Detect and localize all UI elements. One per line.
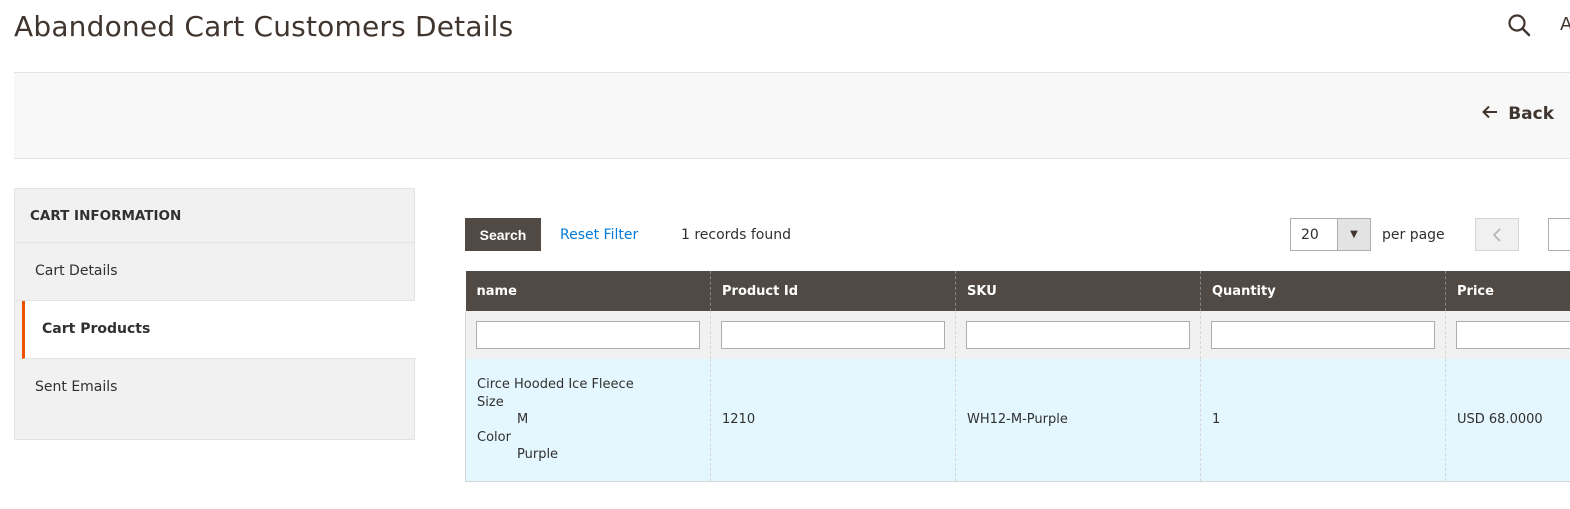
- back-button[interactable]: Back: [1482, 103, 1554, 124]
- cell-sku: WH12-M-Purple: [955, 359, 1201, 482]
- filter-quantity-input[interactable]: [1211, 321, 1435, 349]
- records-count: 1 records found: [681, 227, 791, 243]
- back-button-label: Back: [1508, 103, 1554, 124]
- reset-filter-link[interactable]: Reset Filter: [560, 227, 638, 243]
- tab-cart-details[interactable]: Cart Details: [15, 243, 414, 301]
- column-header-sku[interactable]: SKU: [955, 271, 1201, 311]
- column-header-name[interactable]: name: [465, 271, 711, 311]
- cart-products-grid: name Product Id SKU Quantity Price Circe…: [465, 271, 1570, 482]
- search-button[interactable]: Search: [465, 218, 541, 251]
- cell-name: Circe Hooded Ice Fleece Size M Color Pur…: [465, 359, 711, 482]
- option-value: M: [517, 412, 529, 427]
- sidebar-title: CART INFORMATION: [15, 189, 414, 243]
- per-page-value: 20: [1301, 227, 1319, 243]
- option-value: Purple: [517, 447, 559, 462]
- search-icon[interactable]: [1506, 12, 1532, 38]
- cell-price: USD 68.0000: [1445, 359, 1570, 482]
- filter-name-input[interactable]: [476, 321, 700, 349]
- per-page-select[interactable]: 20 ▼: [1290, 218, 1371, 251]
- cart-information-tabs: CART INFORMATION Cart Details Cart Produ…: [14, 188, 416, 440]
- arrow-left-icon: [1482, 103, 1498, 124]
- filter-row: [465, 311, 1570, 359]
- cell-quantity: 1: [1200, 359, 1446, 482]
- page-actions-bar: Back: [14, 72, 1570, 159]
- tab-sent-emails[interactable]: Sent Emails: [15, 359, 414, 417]
- page-title: Abandoned Cart Customers Details: [14, 10, 514, 43]
- column-header-price[interactable]: Price: [1445, 271, 1570, 311]
- chevron-down-icon[interactable]: ▼: [1337, 219, 1370, 250]
- cell-product-id: 1210: [710, 359, 956, 482]
- filter-price-input[interactable]: [1456, 321, 1570, 349]
- tab-cart-products[interactable]: Cart Products: [22, 301, 416, 359]
- filter-product-id-input[interactable]: [721, 321, 945, 349]
- per-page-label: per page: [1382, 227, 1445, 243]
- page-number-input[interactable]: [1548, 218, 1570, 251]
- column-header-product-id[interactable]: Product Id: [710, 271, 956, 311]
- column-header-quantity[interactable]: Quantity: [1200, 271, 1446, 311]
- filter-sku-input[interactable]: [966, 321, 1190, 349]
- product-name: Circe Hooded Ice Fleece: [477, 377, 634, 392]
- table-row[interactable]: Circe Hooded Ice Fleece Size M Color Pur…: [465, 359, 1570, 482]
- option-label: Color: [477, 429, 511, 445]
- option-label: Size: [477, 394, 504, 410]
- previous-page-button[interactable]: [1475, 218, 1519, 251]
- admin-user-link[interactable]: A: [1560, 14, 1570, 35]
